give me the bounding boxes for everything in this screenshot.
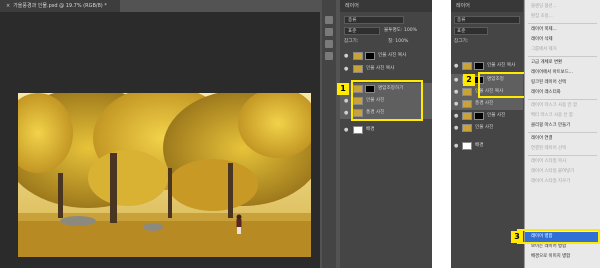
selection-highlight-box <box>351 80 423 121</box>
eye-icon[interactable]: ● <box>454 89 460 95</box>
menu-separator <box>528 99 597 100</box>
layer-thumbnail <box>353 65 363 73</box>
menu-item[interactable]: 클리핑 마스크 만들기 <box>525 121 600 131</box>
document-tab-title: 가을풍경과 인물.psd @ 19.7% (RGB/8) * <box>13 3 107 9</box>
menu-separator <box>528 56 597 57</box>
photoshop-window-right: 레이어 종류 표준 잠그기: ● 인물 사진 복사 ● 명암조정 ● 인물 사진… <box>451 0 600 268</box>
tutorial-screenshot: × 가을풍경과 인물.psd @ 19.7% (RGB/8) * 레이어 종류 … <box>0 0 600 268</box>
menu-item[interactable]: 레이어에서 아트보드... <box>525 68 600 78</box>
menu-item[interactable]: 블렌딩 옵션... <box>525 2 600 12</box>
layers-panel-title: 레이어 <box>451 0 523 12</box>
menu-item[interactable]: 링크된 레이어 선택 <box>525 78 600 88</box>
layer-thumbnail <box>462 100 472 108</box>
eye-icon[interactable]: ● <box>454 77 460 83</box>
step-callout-1: 1 <box>337 83 349 95</box>
layer-name: 인물 사진 복사 <box>378 53 407 58</box>
layer-thumbnail <box>462 142 472 150</box>
fill-field[interactable]: 칠: 100% <box>388 38 428 46</box>
blend-mode-select[interactable]: 표준 <box>344 27 380 35</box>
menu-item[interactable]: 벡터 마스크 사용 안 함 <box>525 111 600 121</box>
layer-thumbnail <box>462 112 472 120</box>
menu-item[interactable]: 고급 개체로 변환 <box>525 58 600 68</box>
menu-item[interactable]: 레이어 복제... <box>525 25 600 35</box>
layer-row[interactable]: ● 풍경 사진 <box>451 98 523 110</box>
eye-icon[interactable]: ● <box>454 63 460 69</box>
layer-mask-thumbnail <box>474 112 484 120</box>
eye-icon[interactable]: ● <box>344 127 350 133</box>
menu-item[interactable]: 그룹에서 제거 <box>525 45 600 55</box>
document-canvas-area[interactable] <box>0 12 320 268</box>
layer-filter-select[interactable]: 종류 <box>344 16 404 24</box>
merge-highlight-box <box>517 229 600 244</box>
menu-separator <box>528 132 597 133</box>
layer-name: 풍경 사진 <box>475 101 494 106</box>
menu-item[interactable]: 레이어 스타일 지우기 <box>525 177 600 187</box>
layer-mask-thumbnail <box>474 62 484 70</box>
swatches-icon[interactable] <box>325 40 333 48</box>
blend-mode-select[interactable]: 표준 <box>454 27 488 35</box>
autumn-photo-graphic <box>18 93 311 257</box>
layer-row[interactable]: ● 인물 사진 <box>451 110 523 122</box>
eye-icon[interactable]: ● <box>454 113 460 119</box>
menu-item[interactable]: 배경으로 이미지 병합 <box>525 252 600 262</box>
layer-thumbnail <box>353 126 363 134</box>
menu-item[interactable]: 레이어 래스터화 <box>525 88 600 98</box>
properties-icon[interactable] <box>325 28 333 36</box>
eye-icon[interactable]: ● <box>454 125 460 131</box>
menu-item[interactable]: 레이어 스타일 복사 <box>525 157 600 167</box>
layer-thumbnail <box>462 62 472 70</box>
eye-icon[interactable]: ● <box>344 53 350 59</box>
lock-label: 잠그기: <box>454 39 469 44</box>
layer-thumbnail <box>462 124 472 132</box>
menu-item[interactable]: 편집 조정... <box>525 12 600 22</box>
eye-icon[interactable]: ● <box>454 143 460 149</box>
layer-row[interactable]: ● 인물 사진 복사 <box>340 63 432 75</box>
layer-name: 인물 사진 <box>487 113 506 118</box>
layers-panel-title: 레이어 <box>340 0 432 12</box>
eye-icon[interactable]: ● <box>344 66 350 72</box>
layer-name: 인물 사진 복사 <box>366 66 395 71</box>
layer-name: 배경 <box>475 143 484 148</box>
layer-row[interactable]: ● 배경 <box>340 124 432 136</box>
eye-icon[interactable]: ● <box>454 101 460 107</box>
layer-name: 배경 <box>366 127 375 132</box>
panel-icon-strip <box>322 0 336 268</box>
menu-item[interactable]: 레이어 스타일 붙여넣기 <box>525 167 600 177</box>
layers-panel-left: 레이어 종류 표준 불투명도: 100% 잠그기: 칠: 100% ● 인물 사… <box>340 0 432 268</box>
menu-separator <box>528 23 597 24</box>
menu-item[interactable]: 레이어 마스크 사용 안 함 <box>525 101 600 111</box>
lock-label: 잠그기: <box>344 39 359 44</box>
layer-filter-select[interactable]: 종류 <box>454 16 520 24</box>
eye-icon[interactable]: ● <box>344 110 350 116</box>
step-callout-3: 3 <box>511 231 523 243</box>
step-callout-2: 2 <box>463 74 475 86</box>
menu-item[interactable]: 레이어 삭제 <box>525 35 600 45</box>
photoshop-window-left: × 가을풍경과 인물.psd @ 19.7% (RGB/8) * 레이어 종류 … <box>0 0 432 268</box>
layer-name: 인물 사진 <box>475 125 494 130</box>
menu-item[interactable]: 연결된 레이어 선택 <box>525 144 600 154</box>
close-icon[interactable]: × <box>6 0 10 12</box>
eye-icon[interactable]: ● <box>344 98 350 104</box>
opacity-field[interactable]: 불투명도: 100% <box>384 27 428 35</box>
layer-context-menu: 블렌딩 옵션... 편집 조정... 레이어 복제... 레이어 삭제 그룹에서… <box>524 0 600 268</box>
menu-item[interactable]: 레이어 연결 <box>525 134 600 144</box>
layer-row[interactable]: ● 인물 사진 복사 <box>340 50 432 62</box>
layers-panel-right: 레이어 종류 표준 잠그기: ● 인물 사진 복사 ● 명암조정 ● 인물 사진… <box>451 0 523 268</box>
layer-thumbnail <box>462 88 472 96</box>
layer-row[interactable]: ● 인물 사진 <box>451 122 523 134</box>
layer-thumbnail <box>353 52 363 60</box>
canvas-photo-autumn-trees <box>18 93 311 257</box>
layer-row[interactable]: ● 배경 <box>451 140 523 152</box>
layer-row[interactable]: ● 인물 사진 복사 <box>451 60 523 72</box>
menu-separator <box>528 155 597 156</box>
document-tab[interactable]: × 가을풍경과 인물.psd @ 19.7% (RGB/8) * <box>0 0 120 12</box>
layer-name: 인물 사진 복사 <box>487 63 516 68</box>
adjustments-icon[interactable] <box>325 52 333 60</box>
selection-highlight-box <box>478 72 526 98</box>
history-icon[interactable] <box>325 16 333 24</box>
layer-mask-thumbnail <box>365 52 375 60</box>
